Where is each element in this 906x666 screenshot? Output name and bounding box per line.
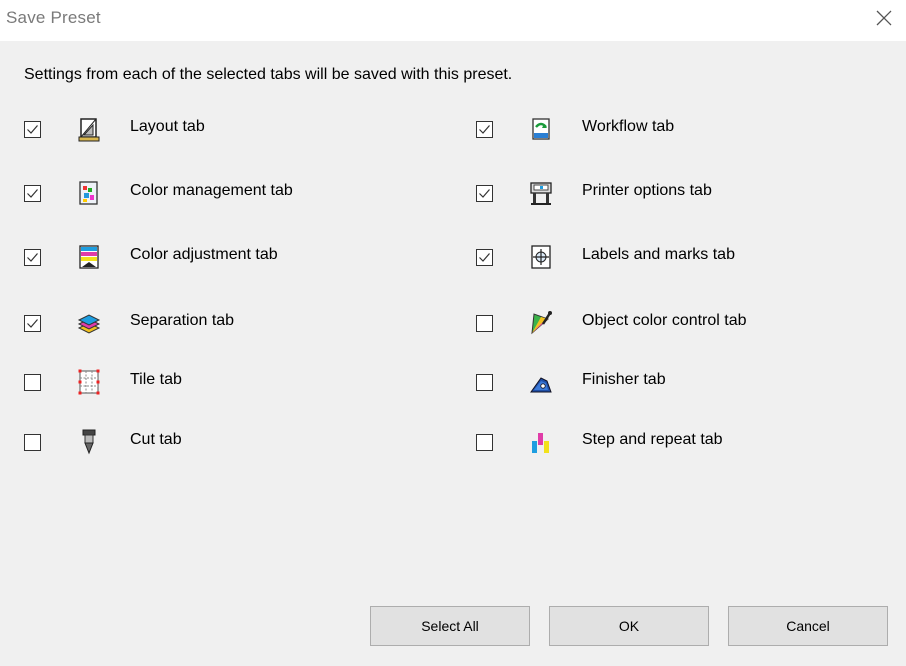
object-color-control-tab-checkbox[interactable] bbox=[476, 315, 493, 332]
workflow-tab-checkbox[interactable] bbox=[476, 121, 493, 138]
finisher-tab-label: Finisher tab bbox=[582, 371, 666, 388]
step-repeat-icon bbox=[532, 433, 549, 453]
labels-marks-tab-label: Labels and marks tab bbox=[582, 246, 735, 263]
layout-tab-checkbox[interactable] bbox=[24, 121, 41, 138]
preset-description: Settings from each of the selected tabs … bbox=[24, 66, 513, 83]
option-workflow-tab[interactable]: Workflow tab bbox=[476, 115, 876, 149]
window-title: Save Preset bbox=[6, 8, 101, 27]
close-icon[interactable] bbox=[870, 4, 898, 32]
cancel-button[interactable]: Cancel bbox=[728, 606, 888, 646]
ok-button[interactable]: OK bbox=[549, 606, 709, 646]
printer-icon bbox=[530, 182, 552, 205]
title-bar: Save Preset bbox=[0, 0, 906, 41]
option-color-management-tab[interactable]: Color management tab bbox=[24, 179, 424, 213]
finisher-icon bbox=[530, 377, 552, 393]
color-management-icon bbox=[79, 181, 98, 205]
select-all-button[interactable]: Select All bbox=[370, 606, 530, 646]
workflow-icon bbox=[532, 118, 550, 140]
option-labels-marks-tab[interactable]: Labels and marks tab bbox=[476, 243, 876, 277]
layout-tab-label: Layout tab bbox=[130, 118, 205, 135]
object-color-control-tab-label: Object color control tab bbox=[582, 312, 747, 329]
color-adjustment-tab-checkbox[interactable] bbox=[24, 249, 41, 266]
cut-tab-checkbox[interactable] bbox=[24, 434, 41, 451]
option-step-repeat-tab[interactable]: Step and repeat tab bbox=[476, 428, 876, 462]
color-adjustment-tab-label: Color adjustment tab bbox=[130, 246, 278, 263]
option-printer-options-tab[interactable]: Printer options tab bbox=[476, 179, 876, 213]
tile-icon bbox=[78, 369, 100, 395]
option-finisher-tab[interactable]: Finisher tab bbox=[476, 368, 876, 402]
separation-icon bbox=[77, 314, 101, 334]
tile-tab-label: Tile tab bbox=[130, 371, 182, 388]
option-color-adjustment-tab[interactable]: Color adjustment tab bbox=[24, 243, 424, 277]
cut-icon bbox=[82, 429, 96, 455]
step-repeat-tab-checkbox[interactable] bbox=[476, 434, 493, 451]
object-color-icon bbox=[531, 311, 552, 335]
separation-tab-label: Separation tab bbox=[130, 312, 235, 329]
printer-options-tab-checkbox[interactable] bbox=[476, 185, 493, 202]
option-layout-tab[interactable]: Layout tab bbox=[24, 115, 424, 149]
option-tile-tab[interactable]: Tile tab bbox=[24, 368, 424, 402]
printer-options-tab-label: Printer options tab bbox=[582, 182, 712, 199]
option-separation-tab[interactable]: Separation tab bbox=[24, 309, 424, 343]
color-management-tab-label: Color management tab bbox=[130, 182, 293, 199]
option-object-color-control-tab[interactable]: Object color control tab bbox=[476, 309, 876, 343]
labels-marks-icon bbox=[531, 245, 551, 269]
tile-tab-checkbox[interactable] bbox=[24, 374, 41, 391]
workflow-tab-label: Workflow tab bbox=[582, 118, 675, 135]
separation-tab-checkbox[interactable] bbox=[24, 315, 41, 332]
labels-marks-tab-checkbox[interactable] bbox=[476, 249, 493, 266]
color-management-tab-checkbox[interactable] bbox=[24, 185, 41, 202]
finisher-tab-checkbox[interactable] bbox=[476, 374, 493, 391]
cut-tab-label: Cut tab bbox=[130, 431, 182, 448]
layout-icon bbox=[78, 118, 100, 142]
step-repeat-tab-label: Step and repeat tab bbox=[582, 431, 723, 448]
option-cut-tab[interactable]: Cut tab bbox=[24, 428, 424, 462]
color-adjustment-icon bbox=[79, 245, 99, 269]
